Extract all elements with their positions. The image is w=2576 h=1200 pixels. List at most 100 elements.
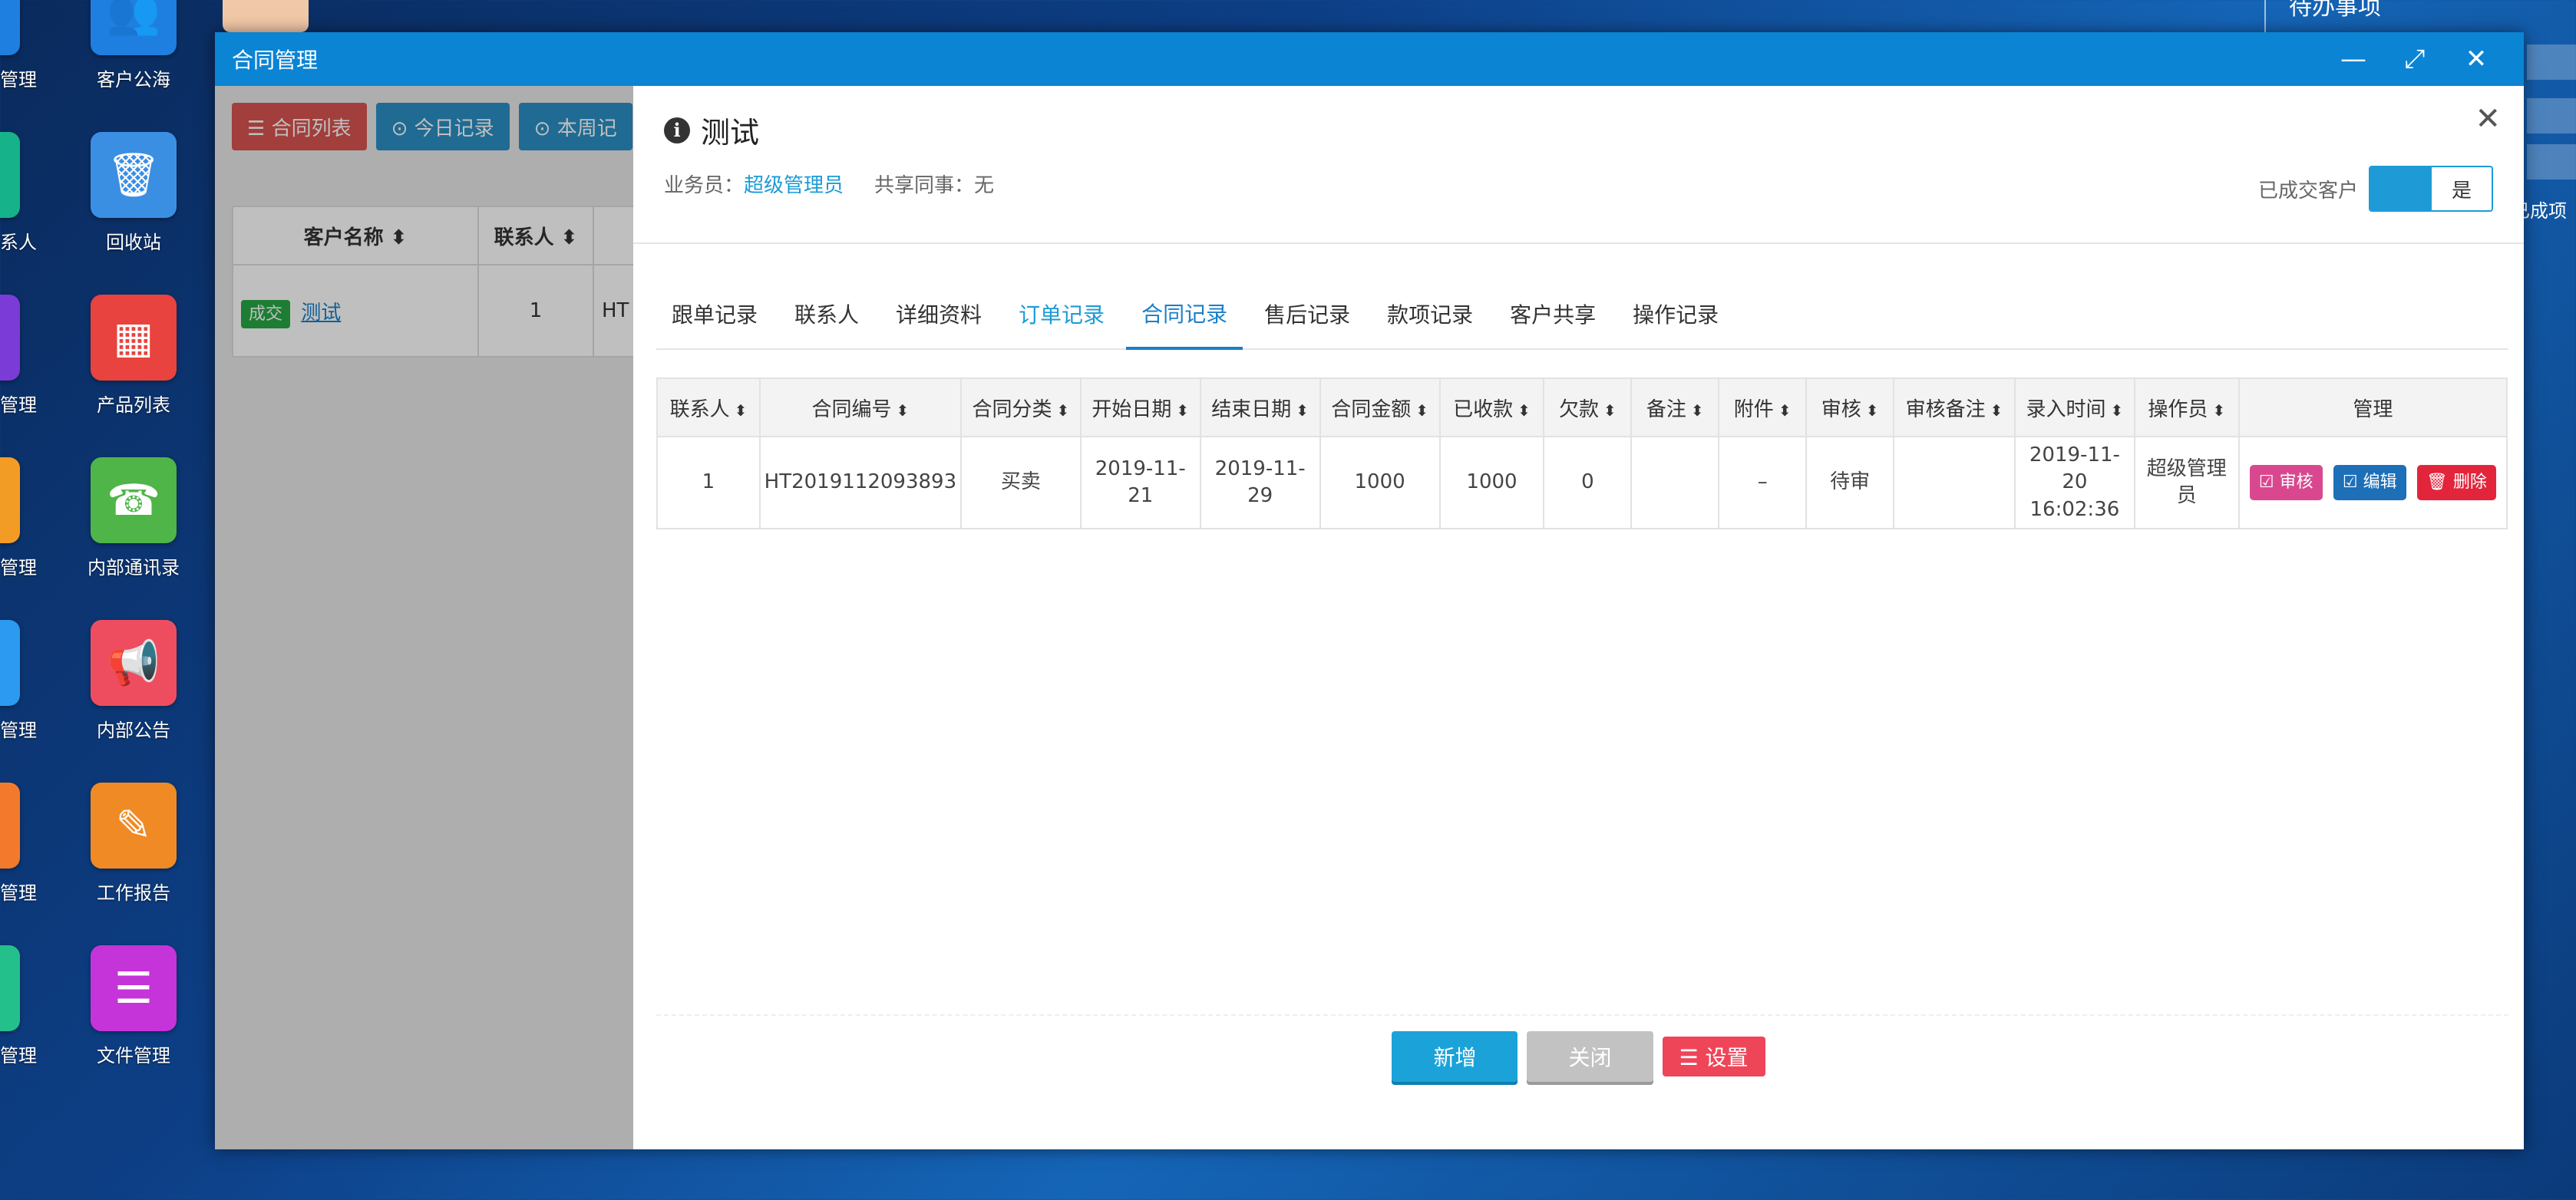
maximize-icon[interactable]: ⤢: [2384, 44, 2446, 74]
sort-icon: ⬍: [1990, 401, 2003, 420]
window-body: ☰ 合同列表 ⊙ 今日记录 ⊙ 本周记 客户名称 ⬍ 联系人 ⬍ 成交 测试 1…: [215, 86, 2524, 1149]
drawer-meta: 业务员：超级管理员 共享同事：无: [664, 170, 2493, 198]
desktop-icon-partial[interactable]: 管理: [0, 457, 38, 579]
people-icon: [0, 0, 20, 55]
actions-cell: ☑ 审核 ☑ 编辑 🗑 删除: [2237, 436, 2508, 529]
column-header[interactable]: 审核备注 ⬍: [1893, 377, 2016, 437]
desktop-icon-address-book[interactable]: ☎ 内部通讯录: [72, 457, 195, 579]
sort-icon: ⬍: [1056, 401, 1070, 420]
desktop-icon-customer-pool[interactable]: 👥 客户公海: [72, 0, 195, 91]
column-header[interactable]: 合同编号 ⬍: [758, 377, 962, 437]
desktop-icon-product-list[interactable]: ▦ 产品列表: [72, 295, 195, 417]
desktop-icon-partial-top[interactable]: [223, 0, 309, 32]
table-cell: 1: [656, 436, 761, 529]
toggle-value: 是: [2451, 179, 2472, 203]
desktop-icon-recycle-bin[interactable]: 🗑 回收站: [72, 132, 195, 254]
tab-operation-log[interactable]: 操作记录: [1617, 279, 1734, 348]
column-header[interactable]: 结束日期 ⬍: [1199, 377, 1321, 437]
desktop-icon-partial[interactable]: 管理: [0, 620, 38, 742]
drawer-tabs: 跟单记录 联系人 详细资料 订单记录 合同记录 售后记录 款项记录 客户共享 操…: [656, 279, 2508, 350]
sort-icon: ⬍: [1518, 401, 1531, 420]
tab-follow-up[interactable]: 跟单记录: [656, 279, 773, 348]
panel-bar: [2527, 144, 2576, 180]
review-button[interactable]: ☑ 审核: [2249, 465, 2323, 500]
minimize-icon[interactable]: —: [2323, 44, 2384, 74]
window-titlebar[interactable]: 合同管理 — ⤢ ✕: [215, 32, 2524, 86]
table-cell: 超级管理 员: [2133, 436, 2240, 529]
table-cell: [1630, 436, 1720, 529]
sort-icon: ⬍: [896, 401, 910, 420]
document-icon: [0, 457, 20, 543]
people-icon: 👥: [91, 0, 177, 55]
close-icon[interactable]: ✕: [2475, 101, 2501, 137]
contract-table: 联系人 ⬍ 合同编号 ⬍ 合同分类 ⬍ 开始日期 ⬍ 结束日期 ⬍ 合同金额 ⬍ 已收款 ⬍ …: [656, 377, 2508, 529]
add-button[interactable]: 新增: [1392, 1031, 1518, 1082]
desktop-icon-partial[interactable]: 管理: [0, 783, 38, 905]
panel-bar: [2527, 98, 2576, 134]
table-cell: 1000: [1319, 436, 1441, 529]
column-header[interactable]: 联系人 ⬍: [656, 377, 761, 437]
desktop-icon-partial[interactable]: 管理: [0, 0, 38, 91]
sort-icon: ⬍: [1415, 401, 1428, 420]
tab-payments[interactable]: 款项记录: [1372, 279, 1488, 348]
deal-status: 已成交客户 是: [2258, 166, 2493, 212]
table-cell: HT2019112093893: [758, 436, 962, 529]
panel-bar: [2527, 45, 2576, 80]
column-header[interactable]: 录入时间 ⬍: [2013, 377, 2135, 437]
desktop-icon-announcement[interactable]: 📢 内部公告: [72, 620, 195, 742]
column-header[interactable]: 欠款 ⬍: [1543, 377, 1633, 437]
sort-icon: ⬍: [1865, 401, 1879, 420]
column-header[interactable]: 已收款 ⬍: [1438, 377, 1545, 437]
column-header[interactable]: 开始日期 ⬍: [1079, 377, 1201, 437]
table-cell: 1000: [1438, 436, 1545, 529]
close-button[interactable]: 关闭: [1527, 1031, 1653, 1082]
tab-details[interactable]: 详细资料: [880, 279, 997, 348]
column-header[interactable]: 合同分类 ⬍: [959, 377, 1082, 437]
trash-icon: 🗑: [91, 132, 177, 218]
settings-button[interactable]: ☰ 设置: [1662, 1037, 1765, 1076]
edit-button[interactable]: ☑ 编辑: [2333, 465, 2406, 500]
column-header[interactable]: 备注 ⬍: [1630, 377, 1720, 437]
tab-sharing[interactable]: 客户共享: [1494, 279, 1611, 348]
table-cell: 待审: [1805, 436, 1895, 529]
edit-icon: ✎: [91, 783, 177, 869]
desktop-icon-partial[interactable]: 管理: [0, 945, 38, 1067]
phone-book-icon: ☎: [91, 457, 177, 543]
user-card-icon: [0, 620, 20, 706]
delete-button[interactable]: 🗑 删除: [2416, 465, 2496, 500]
table-header-row: 联系人 ⬍ 合同编号 ⬍ 合同分类 ⬍ 开始日期 ⬍ 结束日期 ⬍ 合同金额 ⬍ 已收款 ⬍ …: [656, 377, 2508, 437]
desktop-icon-work-report[interactable]: ✎ 工作报告: [72, 783, 195, 905]
toggle-knob: [2370, 167, 2432, 210]
tab-contracts[interactable]: 合同记录: [1126, 279, 1243, 350]
salesman-link[interactable]: 超级管理员: [744, 174, 844, 197]
table-cell: 2019-11- 20 16:02:36: [2013, 436, 2135, 529]
sort-icon: ⬍: [1296, 401, 1309, 420]
column-header[interactable]: 操作员 ⬍: [2133, 377, 2240, 437]
ledger-icon: [0, 945, 20, 1031]
desktop-icon-partial[interactable]: 系人: [0, 132, 38, 254]
sort-icon: ⬍: [2110, 401, 2124, 420]
column-header[interactable]: 合同金额 ⬍: [1319, 377, 1441, 437]
desktop-icon-partial[interactable]: 管理: [0, 295, 38, 417]
deal-toggle[interactable]: 是: [2369, 166, 2493, 212]
info-icon: i: [664, 117, 690, 143]
column-header[interactable]: 审核 ⬍: [1805, 377, 1895, 437]
window-title: 合同管理: [232, 48, 319, 73]
drawer-overlay[interactable]: [215, 86, 633, 1149]
table-cell: –: [1718, 436, 1808, 529]
column-header: 管理: [2237, 377, 2508, 437]
column-header[interactable]: 附件 ⬍: [1718, 377, 1808, 437]
close-icon[interactable]: ✕: [2446, 44, 2507, 74]
grid-icon: ▦: [91, 295, 177, 381]
customer-drawer: ✕ i 测试 业务员：超级管理员 共享同事：无 已成交客户 是 跟单记录 联系人…: [633, 86, 2524, 1149]
desktop-icon-file-manager[interactable]: ☰ 文件管理: [72, 945, 195, 1067]
sort-icon: ⬍: [2212, 401, 2226, 420]
tab-contacts[interactable]: 联系人: [779, 279, 874, 348]
tab-orders[interactable]: 订单记录: [1003, 279, 1120, 348]
todo-title: 待办事项: [2289, 0, 2381, 21]
deal-label: 已成交客户: [2257, 179, 2358, 203]
table-cell: 2019-11- 21: [1079, 436, 1201, 529]
salesman-field: 业务员：超级管理员: [664, 174, 844, 197]
tab-after-sales[interactable]: 售后记录: [1249, 279, 1366, 348]
table-cell: 买卖: [959, 436, 1082, 529]
